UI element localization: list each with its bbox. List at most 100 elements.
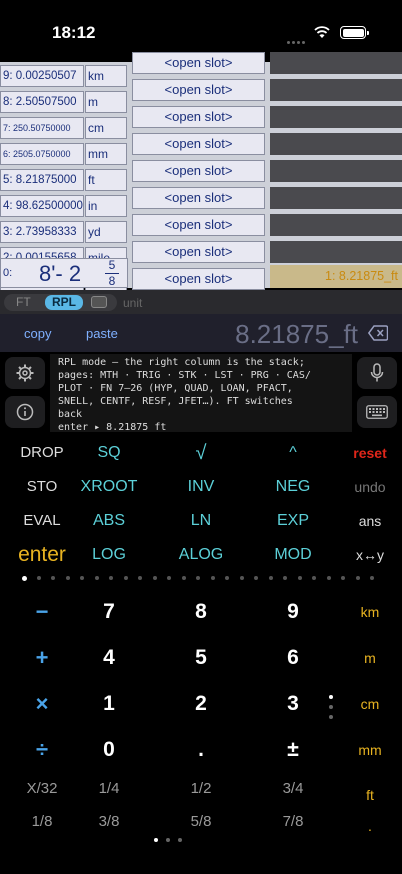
key-ln-button[interactable]: LN	[161, 507, 241, 535]
digit-key[interactable]: 2	[166, 686, 236, 722]
open-slot[interactable]: <open slot>	[132, 133, 265, 155]
operator-key[interactable]: +	[7, 640, 77, 676]
horizontal-page-indicator[interactable]	[154, 829, 190, 847]
stack-row[interactable]: 8: 2.50507500 m	[0, 91, 128, 113]
digit-key[interactable]: 8	[166, 594, 236, 630]
copy-button[interactable]: copy	[24, 326, 51, 341]
unit-toggle-checkbox[interactable]	[91, 296, 107, 308]
key-alog-button[interactable]: ALOG	[161, 541, 241, 569]
fraction-key[interactable]: X/32	[7, 775, 77, 803]
digit-key[interactable]: 3	[258, 686, 328, 722]
fraction-key[interactable]: 1/8	[7, 808, 77, 836]
stack-unit: m	[85, 91, 127, 113]
fraction-key[interactable]: 7/8	[258, 808, 328, 836]
unit-key-km[interactable]: km	[335, 594, 402, 630]
open-slot[interactable]: <open slot>	[132, 79, 265, 101]
unit-key-mm[interactable]: mm	[335, 732, 402, 768]
entry-value: 8.21875_ft	[235, 319, 358, 349]
digit-key[interactable]: 6	[258, 640, 328, 676]
open-slot[interactable]: <open slot>	[132, 268, 265, 290]
fraction-key[interactable]: 1/2	[166, 775, 236, 803]
unit-key-ft[interactable]: ft	[335, 781, 402, 809]
open-slot[interactable]: <open slot>	[132, 106, 265, 128]
key-reset-button[interactable]: reset	[330, 439, 402, 467]
stack-row[interactable]: 5: 8.21875000 ft	[0, 169, 128, 191]
vertical-page-indicator[interactable]	[329, 695, 333, 725]
mode-rpl-button[interactable]: RPL	[45, 295, 83, 310]
stack-level-0[interactable]: 0: 8'- 2 58	[0, 258, 128, 288]
stack-unit: ft	[85, 169, 127, 191]
stack-fraction: 58	[105, 259, 119, 288]
stack-row[interactable]: 9: 0.00250507 km	[0, 65, 128, 87]
open-slot[interactable]: <open slot>	[132, 241, 265, 263]
fraction-key[interactable]: 1/4	[74, 775, 144, 803]
digit-key[interactable]: 1	[74, 686, 144, 722]
entry-bar: copy paste 8.21875_ft	[0, 314, 402, 352]
key-inv-button[interactable]: INV	[161, 473, 241, 501]
digit-key[interactable]: 4	[74, 640, 144, 676]
key--button[interactable]: ^	[253, 439, 333, 467]
digit-key[interactable]: ±	[258, 732, 328, 768]
mic-icon	[370, 363, 384, 382]
key-neg-button[interactable]: NEG	[253, 473, 333, 501]
unit-key-m[interactable]: m	[335, 640, 402, 676]
open-slot[interactable]: <open slot>	[132, 187, 265, 209]
digit-key[interactable]: 5	[166, 640, 236, 676]
info-icon	[16, 403, 34, 421]
unit-key-cm[interactable]: cm	[335, 686, 402, 722]
empty-stack-cell	[270, 241, 402, 263]
empty-stack-cell	[270, 187, 402, 209]
open-slot[interactable]: <open slot>	[132, 214, 265, 236]
key-ans-button[interactable]: ans	[330, 507, 402, 535]
mode-bar: FT RPL unit	[0, 290, 402, 314]
settings-button[interactable]	[5, 357, 45, 389]
paste-button[interactable]: paste	[86, 326, 118, 341]
digit-key[interactable]: 9	[258, 594, 328, 630]
backspace-icon[interactable]	[368, 325, 388, 341]
status-dots	[287, 31, 307, 49]
key-xy-button[interactable]: x↔y	[330, 541, 402, 569]
key-undo-button[interactable]: undo	[330, 473, 402, 501]
key-log-button[interactable]: LOG	[69, 541, 149, 569]
operator-key[interactable]: −	[7, 594, 77, 630]
digit-key[interactable]: .	[166, 732, 236, 768]
status-time: 18:12	[52, 23, 96, 42]
stack-value: 7: 250.50750000	[0, 117, 84, 139]
operator-key[interactable]: ×	[7, 686, 77, 722]
stack-row[interactable]: 6: 2505.0750000 mm	[0, 143, 128, 165]
key-abs-button[interactable]: ABS	[69, 507, 149, 535]
stack-value: 9: 0.00250507	[0, 65, 84, 87]
fraction-key[interactable]: 3/4	[258, 775, 328, 803]
empty-stack-cell	[270, 133, 402, 155]
stack-row[interactable]: 4: 98.62500000 in	[0, 195, 128, 217]
empty-stack-cell	[270, 79, 402, 101]
digit-key[interactable]: 7	[74, 594, 144, 630]
key--button[interactable]: √	[161, 439, 241, 467]
unit-key-dot[interactable]: .	[335, 812, 402, 840]
result-slot[interactable]: 1: 8.21875_ft	[270, 265, 402, 288]
keyboard-icon	[366, 405, 388, 419]
stack-row[interactable]: 3: 2.73958333 yd	[0, 221, 128, 243]
mode-ft-button[interactable]: FT	[16, 295, 31, 309]
keyboard-button[interactable]	[357, 396, 397, 428]
info-button[interactable]	[5, 396, 45, 428]
stack-row[interactable]: 7: 250.50750000 cm	[0, 117, 128, 139]
key-mod-button[interactable]: MOD	[253, 541, 333, 569]
stack-display: 9: 0.00250507 km 8: 2.50507500 m 7: 250.5075…	[0, 52, 402, 295]
key-exp-button[interactable]: EXP	[253, 507, 333, 535]
empty-stack-cell	[270, 52, 402, 74]
digit-key[interactable]: 0	[74, 732, 144, 768]
stack-value: 8: 2.50507500	[0, 91, 84, 113]
operator-key[interactable]: ÷	[7, 732, 77, 768]
open-slot[interactable]: <open slot>	[132, 160, 265, 182]
stack-unit: km	[85, 65, 127, 87]
open-slot[interactable]: <open slot>	[132, 52, 265, 74]
key-xroot-button[interactable]: XROOT	[69, 473, 149, 501]
mic-button[interactable]	[357, 357, 397, 389]
fraction-key[interactable]: 3/8	[74, 808, 144, 836]
stack-value: 3: 2.73958333	[0, 221, 84, 243]
gear-icon	[16, 364, 34, 382]
stack-unit: in	[85, 195, 127, 217]
key-sq-button[interactable]: SQ	[69, 439, 149, 467]
stack-unit: cm	[85, 117, 127, 139]
